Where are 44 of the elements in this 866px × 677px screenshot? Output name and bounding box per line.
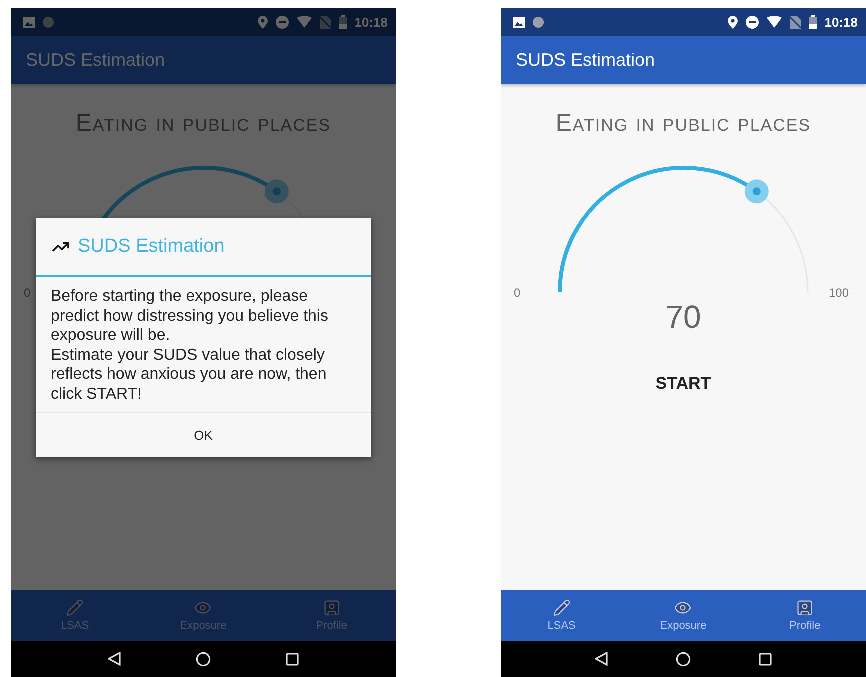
eye-icon — [194, 599, 212, 617]
status-time: 10:18 — [824, 14, 858, 30]
do-not-disturb-icon — [746, 16, 759, 28]
person-icon — [322, 599, 341, 617]
pencil-icon — [552, 599, 571, 617]
circle-icon — [533, 16, 544, 28]
image-icon — [23, 16, 35, 28]
wifi-icon — [296, 16, 312, 28]
circle-icon — [43, 16, 54, 28]
back-icon[interactable] — [108, 652, 122, 666]
nav-item[interactable]: Exposure — [638, 599, 728, 632]
dialog-message: Before starting the exposure, please predict how distressing you believe this exposure will be. Estimate your SUDS value that closely reflects how anxious you are now, then click START! — [36, 277, 371, 413]
gauge-thumb[interactable] — [744, 180, 768, 204]
max-label: 100 — [829, 286, 850, 300]
ok-button[interactable]: OK — [36, 413, 371, 457]
home-icon[interactable] — [196, 652, 211, 666]
app-title: SUDS Estimation — [516, 50, 656, 70]
home-icon[interactable] — [676, 652, 691, 666]
image-icon — [513, 16, 525, 28]
status-time: 10:18 — [354, 14, 388, 30]
gauge-thumb[interactable] — [264, 180, 288, 204]
situation-heading: Eating in public places — [76, 110, 332, 138]
recents-icon[interactable] — [759, 652, 772, 666]
min-label: 0 — [514, 286, 522, 300]
wifi-icon — [766, 16, 782, 28]
location-icon — [258, 16, 268, 28]
nav-item[interactable]: LSAS — [516, 599, 607, 632]
recents-icon[interactable] — [286, 652, 299, 666]
app-title: SUDS Estimation — [26, 50, 166, 70]
nav-item[interactable]: Profile — [760, 599, 850, 632]
battery-icon — [338, 15, 347, 29]
situation-heading: Eating in public places — [556, 110, 812, 138]
start-button[interactable]: START — [642, 366, 726, 402]
no-sim-icon — [790, 16, 801, 28]
dialog-title: SUDS Estimation — [78, 236, 225, 258]
do-not-disturb-icon — [276, 16, 289, 28]
no-sim-icon — [320, 16, 331, 28]
person-icon — [796, 599, 814, 617]
back-icon[interactable] — [595, 652, 608, 666]
location-icon — [728, 16, 738, 28]
gauge-value: 70 — [666, 299, 702, 336]
battery-icon — [808, 15, 817, 29]
eye-icon — [674, 599, 692, 617]
pencil-icon — [66, 599, 84, 617]
